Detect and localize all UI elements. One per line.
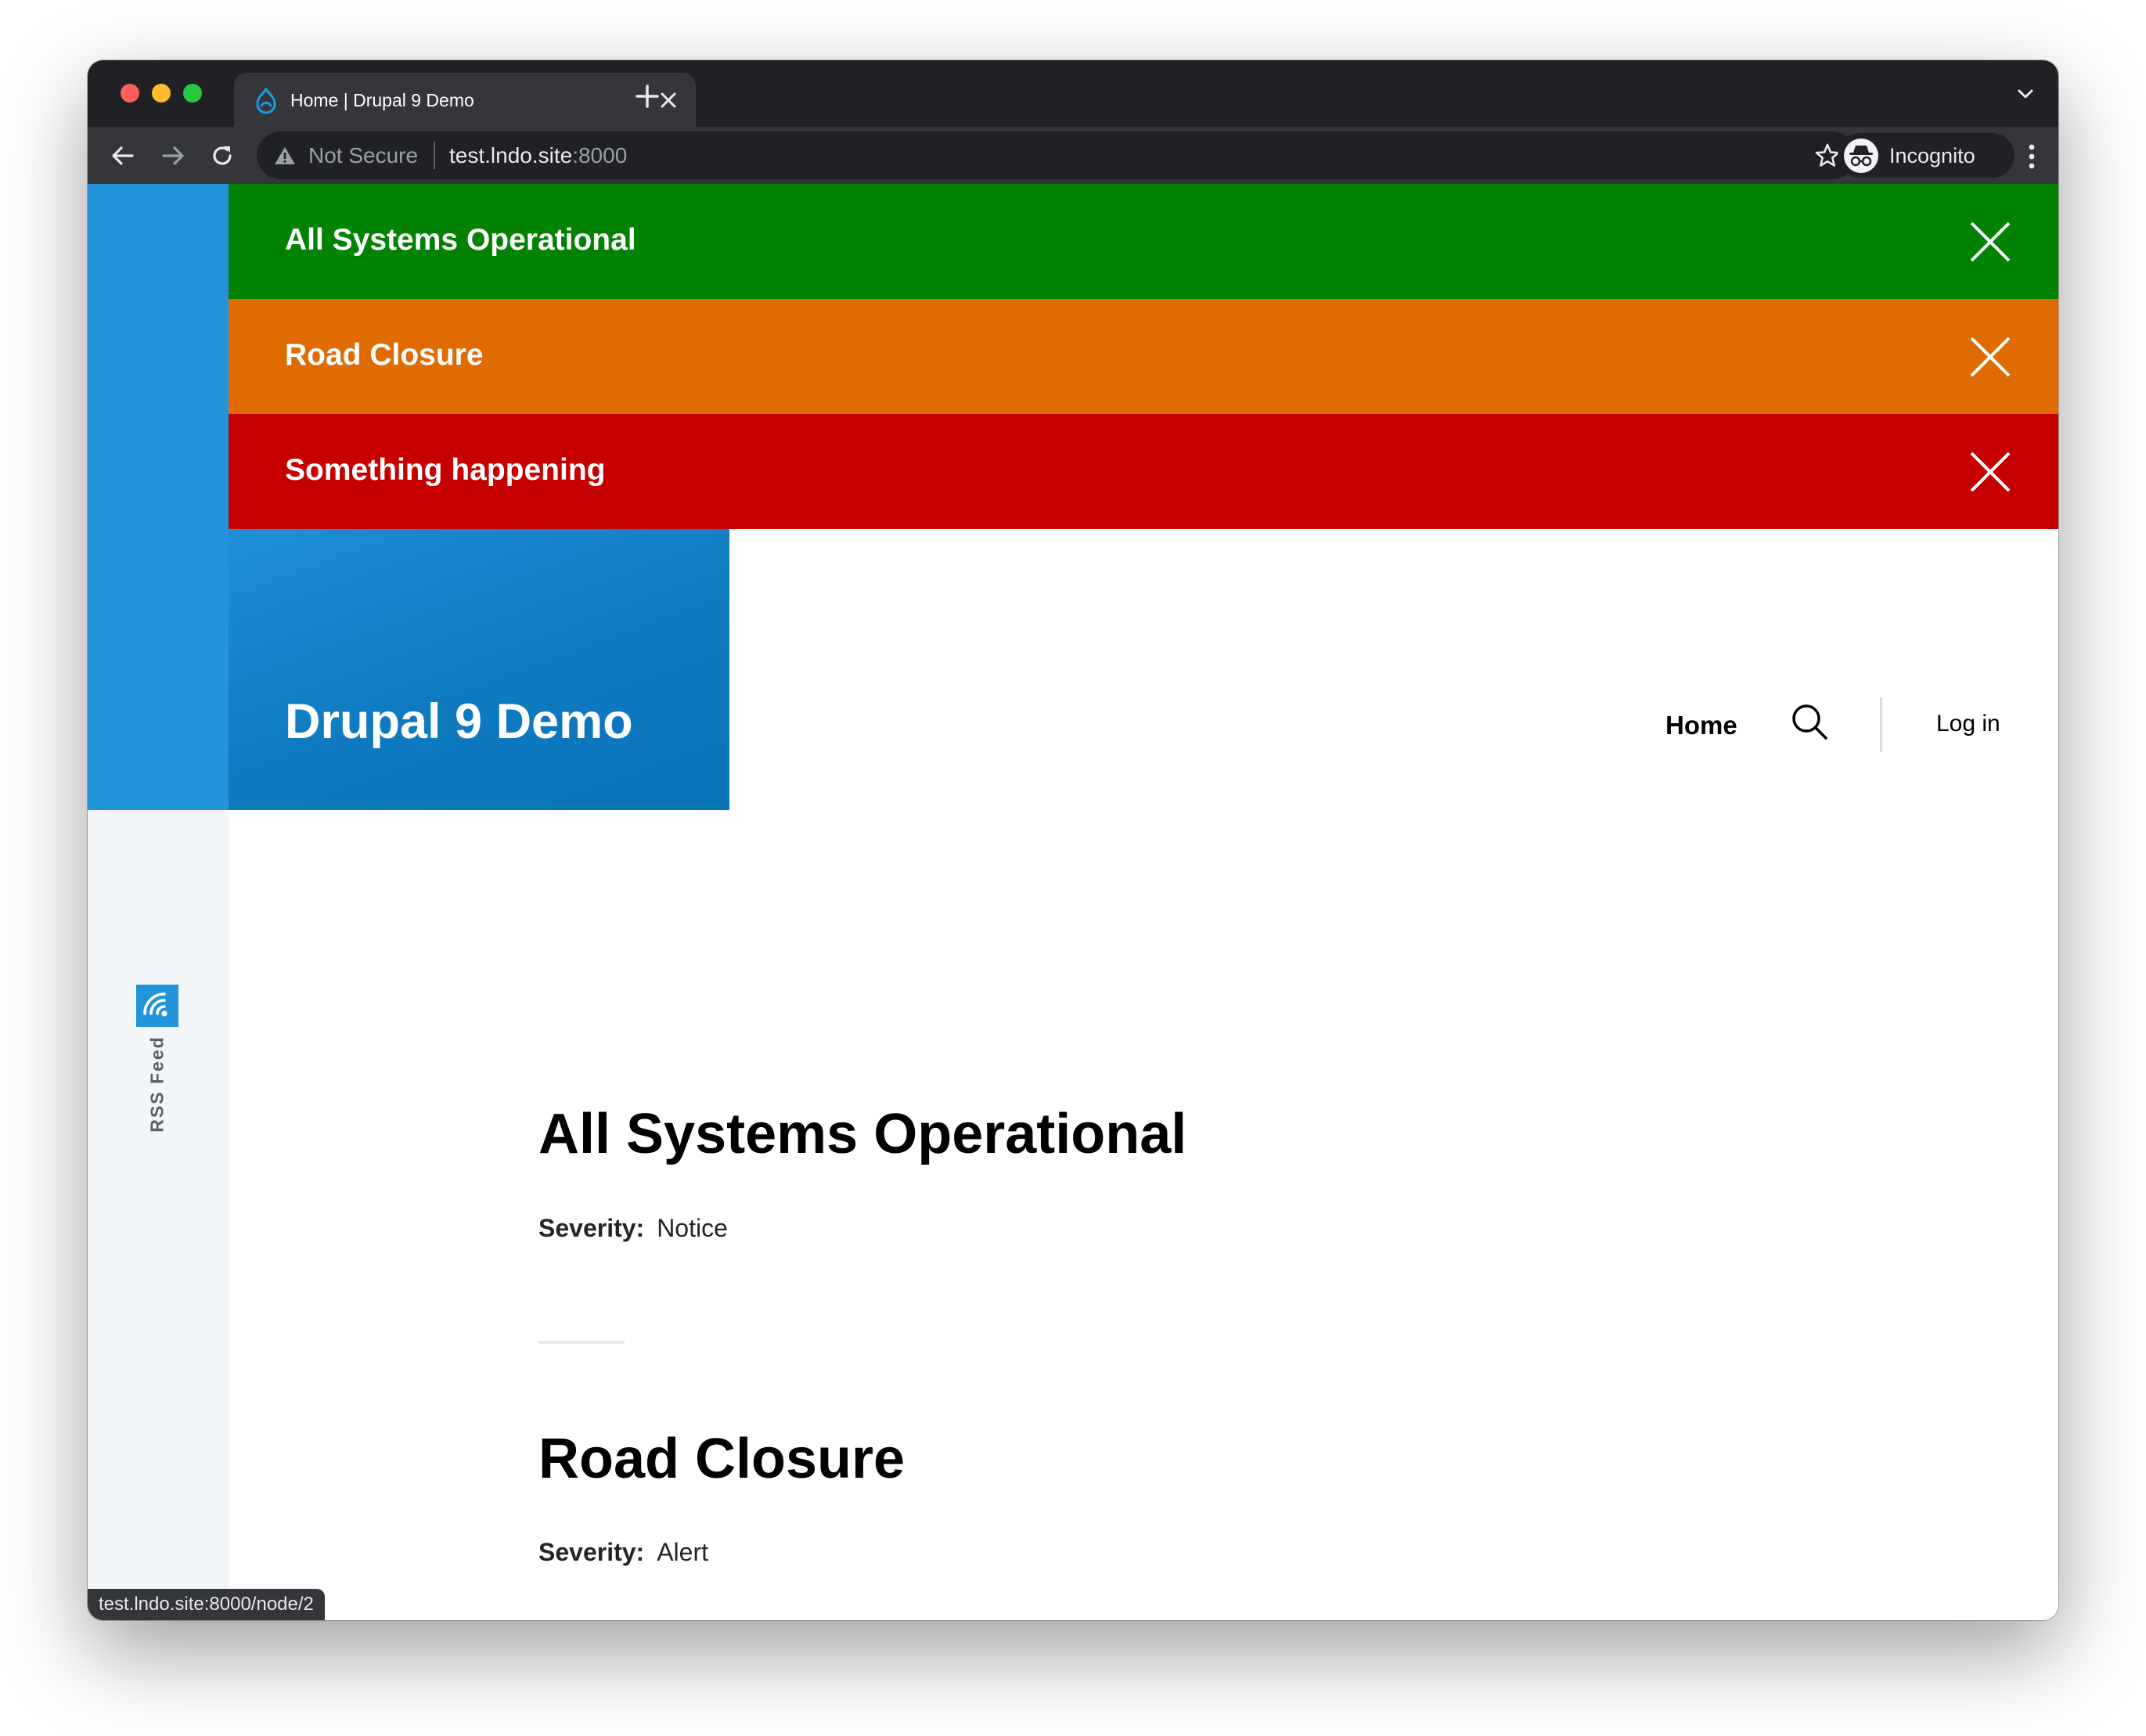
link-status-bar: test.lndo.site:8000/node/2 — [88, 1589, 325, 1620]
chevron-down-icon[interactable] — [2016, 87, 2035, 101]
severity-label: Severity: — [538, 1214, 645, 1242]
alert-banner-label: Road Closure — [285, 338, 484, 372]
severity-value: Alert — [657, 1538, 708, 1566]
sidebar-brand-strip — [88, 184, 229, 810]
rss-feed-button[interactable] — [136, 985, 178, 1027]
close-icon[interactable] — [1969, 336, 2011, 378]
site-name-link[interactable]: Drupal 9 Demo — [285, 693, 633, 750]
drupal-favicon-icon — [256, 88, 276, 114]
article-severity: Severity: Notice — [538, 1214, 728, 1243]
article-title-link[interactable]: Road Closure — [538, 1427, 905, 1491]
article-severity: Severity: Alert — [538, 1538, 708, 1567]
severity-label: Severity: — [538, 1538, 645, 1566]
url-host: test.lndo.site — [449, 143, 573, 167]
site-branding: Drupal 9 Demo — [229, 529, 729, 810]
incognito-label: Incognito — [1889, 144, 1975, 167]
severity-value: Notice — [657, 1214, 728, 1242]
close-icon[interactable] — [1969, 221, 2011, 263]
incognito-profile-button[interactable]: Incognito — [1838, 133, 2015, 178]
forward-arrow-icon[interactable] — [160, 142, 186, 169]
security-status[interactable]: Not Secure — [308, 143, 418, 168]
search-icon[interactable] — [1791, 703, 1828, 740]
alert-banner-road-closure: Road Closure — [229, 299, 2058, 414]
browser-tab[interactable]: Home | Drupal 9 Demo — [234, 73, 696, 127]
back-arrow-icon[interactable] — [110, 142, 136, 169]
url-text[interactable]: test.lndo.site:8000 — [449, 143, 627, 168]
alert-banner-label: Something happening — [285, 453, 606, 487]
minimize-window-button[interactable] — [152, 84, 171, 103]
tab-strip: Home | Drupal 9 Demo — [88, 60, 2058, 127]
tab-title: Home | Drupal 9 Demo — [290, 90, 474, 110]
nav-divider — [1880, 697, 1882, 752]
warning-icon[interactable] — [274, 146, 296, 166]
page-viewport: All Systems Operational Road Closure Som… — [88, 184, 2058, 1620]
bookmark-star-icon[interactable] — [1814, 142, 1841, 169]
omnibox-divider — [434, 142, 435, 169]
alert-banner-something-happening: Something happening — [229, 414, 2058, 529]
nav-link-home[interactable]: Home — [1665, 711, 1737, 740]
incognito-icon — [1844, 139, 1878, 173]
more-options-icon[interactable] — [2029, 144, 2035, 169]
nav-link-login[interactable]: Log in — [1936, 711, 2000, 737]
close-window-button[interactable] — [121, 84, 139, 103]
browser-window: Home | Drupal 9 Demo Not Secure test.lnd… — [88, 60, 2058, 1620]
alert-banner-label: All Systems Operational — [285, 223, 636, 257]
article-title-link[interactable]: All Systems Operational — [538, 1102, 1186, 1166]
browser-toolbar: Not Secure test.lndo.site:8000 Incognito — [88, 127, 2058, 184]
rss-icon — [143, 992, 167, 1017]
close-icon[interactable] — [1969, 451, 2011, 493]
url-port: :8000 — [572, 143, 628, 167]
close-tab-icon[interactable] — [658, 90, 679, 110]
address-bar[interactable]: Not Secure test.lndo.site:8000 — [257, 131, 1856, 179]
new-tab-icon[interactable] — [634, 83, 661, 110]
reload-icon[interactable] — [209, 142, 236, 169]
rss-feed-label[interactable]: RSS Feed — [147, 1035, 168, 1132]
article-divider — [538, 1341, 625, 1344]
alert-banner-operational: All Systems Operational — [229, 184, 2058, 299]
sidebar-social-bar — [88, 810, 229, 1620]
zoom-window-button[interactable] — [183, 84, 202, 103]
